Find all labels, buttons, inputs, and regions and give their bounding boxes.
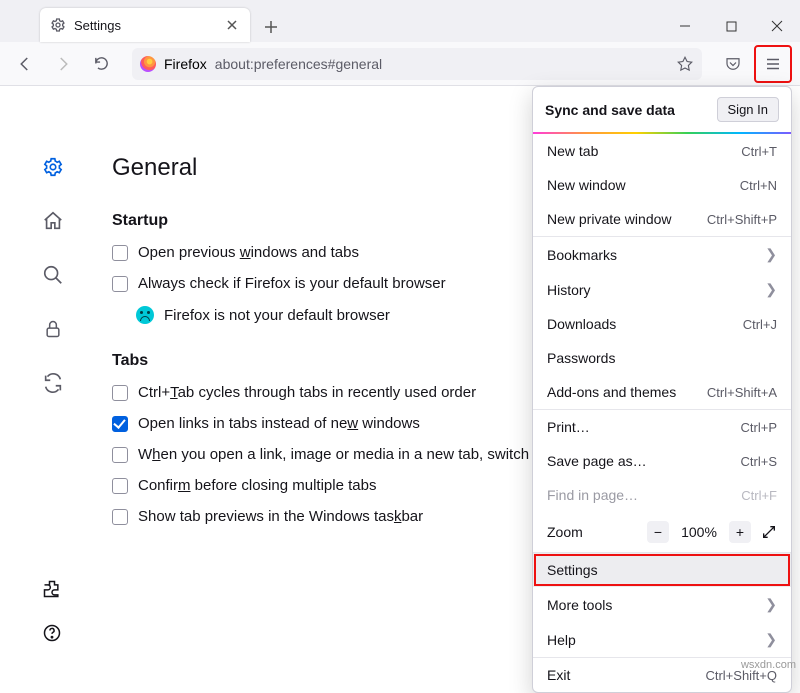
sidebar-search-icon[interactable]	[42, 264, 64, 286]
sync-title: Sync and save data	[545, 102, 675, 118]
chevron-right-icon: ❯	[765, 246, 777, 263]
forward-button[interactable]	[46, 47, 80, 81]
new-tab-button[interactable]	[256, 12, 286, 42]
menu-downloads[interactable]: DownloadsCtrl+J	[533, 307, 791, 341]
sad-face-icon	[136, 306, 154, 324]
zoom-out-button[interactable]: −	[647, 521, 669, 543]
checkbox-label: Ctrl+Tab cycles through tabs in recently…	[138, 384, 476, 401]
app-menu-highlight	[754, 45, 792, 83]
checkbox-label: Show tab previews in the Windows taskbar	[138, 508, 423, 525]
nav-toolbar: Firefox about:preferences#general	[0, 42, 800, 86]
gear-icon	[50, 17, 66, 33]
sync-row: Sync and save data Sign In	[533, 87, 791, 132]
tab-strip: Settings	[0, 8, 662, 42]
checkbox-label: Open links in tabs instead of new window…	[138, 415, 420, 432]
checkbox-label: When you open a link, image or media in …	[138, 446, 537, 463]
checkbox-icon	[112, 416, 128, 432]
tab-close-button[interactable]	[224, 17, 240, 33]
zoom-label: Zoom	[547, 524, 583, 540]
back-button[interactable]	[8, 47, 42, 81]
firefox-logo-icon	[140, 56, 156, 72]
checkbox-icon	[112, 478, 128, 494]
reload-button[interactable]	[84, 47, 118, 81]
menu-new-private-window[interactable]: New private windowCtrl+Shift+P	[533, 202, 791, 236]
chevron-right-icon: ❯	[765, 281, 777, 298]
menu-find-in-page[interactable]: Find in page…Ctrl+F	[533, 478, 791, 512]
checkbox-label: Always check if Firefox is your default …	[138, 275, 446, 292]
maximize-button[interactable]	[708, 10, 754, 42]
checkbox-label: Open previous windows and tabs	[138, 244, 359, 261]
window-controls	[662, 10, 800, 42]
url-brand: Firefox	[164, 56, 207, 72]
not-default-text: Firefox is not your default browser	[164, 307, 390, 324]
chevron-right-icon: ❯	[765, 596, 777, 613]
url-address: about:preferences#general	[215, 56, 382, 72]
menu-print[interactable]: Print…Ctrl+P	[533, 410, 791, 444]
zoom-in-button[interactable]: +	[729, 521, 751, 543]
pocket-button[interactable]	[716, 47, 750, 81]
sidebar-sync-icon[interactable]	[42, 372, 64, 394]
menu-addons[interactable]: Add-ons and themesCtrl+Shift+A	[533, 375, 791, 409]
menu-bookmarks[interactable]: Bookmarks❯	[533, 237, 791, 272]
checkbox-icon	[112, 245, 128, 261]
bookmark-star-icon[interactable]	[676, 55, 694, 73]
menu-settings[interactable]: Settings	[533, 553, 791, 587]
minimize-button[interactable]	[662, 10, 708, 42]
menu-new-tab[interactable]: New tabCtrl+T	[533, 134, 791, 168]
browser-tab[interactable]: Settings	[40, 8, 250, 42]
sign-in-button[interactable]: Sign In	[717, 97, 779, 122]
sidebar-general-icon[interactable]	[42, 156, 64, 178]
sidebar-home-icon[interactable]	[42, 210, 64, 232]
menu-zoom: Zoom − 100% +	[533, 512, 791, 552]
app-menu-button[interactable]	[756, 47, 790, 81]
checkbox-icon	[112, 276, 128, 292]
sidebar-extensions-icon[interactable]	[42, 579, 62, 599]
app-menu-panel: Sync and save data Sign In New tabCtrl+T…	[532, 86, 792, 693]
menu-save-page[interactable]: Save page as…Ctrl+S	[533, 444, 791, 478]
chevron-right-icon: ❯	[765, 631, 777, 648]
checkbox-icon	[112, 509, 128, 525]
sidebar-help-icon[interactable]	[42, 623, 62, 643]
category-sidebar	[42, 156, 64, 394]
fullscreen-icon[interactable]	[761, 524, 777, 540]
window-titlebar: Settings	[0, 0, 800, 42]
url-bar[interactable]: Firefox about:preferences#general	[132, 48, 702, 80]
menu-new-window[interactable]: New windowCtrl+N	[533, 168, 791, 202]
close-window-button[interactable]	[754, 10, 800, 42]
checkbox-icon	[112, 447, 128, 463]
checkbox-icon	[112, 385, 128, 401]
watermark: wsxdn.com	[741, 659, 796, 671]
menu-history[interactable]: History❯	[533, 272, 791, 307]
zoom-percent: 100%	[679, 524, 719, 540]
menu-passwords[interactable]: Passwords	[533, 341, 791, 375]
sidebar-bottom	[42, 579, 62, 643]
sidebar-privacy-icon[interactable]	[42, 318, 64, 340]
menu-help[interactable]: Help❯	[533, 622, 791, 657]
tab-title: Settings	[74, 18, 216, 33]
menu-more-tools[interactable]: More tools❯	[533, 587, 791, 622]
checkbox-label: Confirm before closing multiple tabs	[138, 477, 376, 494]
